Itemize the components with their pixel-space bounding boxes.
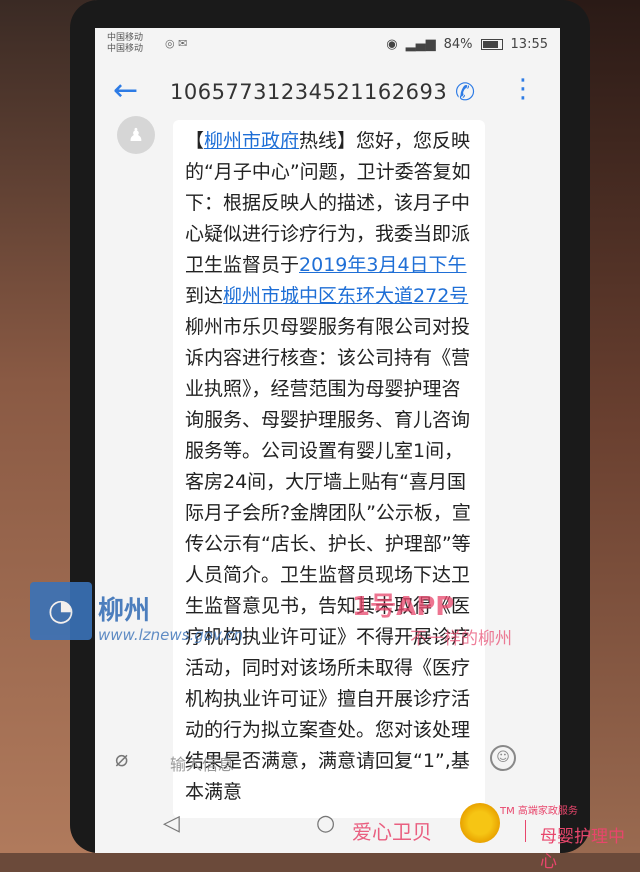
message-input[interactable]: 输入信息 [170, 751, 234, 775]
clock: 13:55 [510, 37, 548, 52]
carrier-1: 中国移动 [107, 33, 144, 43]
watermark-logo-icon: ◔ [30, 582, 92, 640]
status-right: ◉ ▂▄▆ 84% 13:55 [386, 37, 548, 52]
attach-icon[interactable]: ⌀ [115, 747, 128, 772]
message-link-date[interactable]: 2019年3月4日下午 [299, 254, 467, 276]
back-arrow-icon[interactable]: ← [113, 76, 138, 106]
phone-screen: 中国移动 中国移动 ◎ ✉ ◉ ▂▄▆ 84% 13:55 ← 10657731… [95, 28, 560, 853]
emoji-icon[interactable]: ☺ [490, 745, 516, 771]
watermark-brand: 母婴护理中心 [540, 827, 625, 872]
watermark-slogan: 不一样的柳州 [410, 629, 512, 649]
status-bar: 中国移动 中国移动 ◎ ✉ ◉ ▂▄▆ 84% 13:55 [95, 28, 560, 62]
more-vert-icon[interactable]: ⋮ [510, 76, 536, 102]
signal-icon: ▂▄▆ [405, 37, 436, 52]
watermark-divider [525, 820, 526, 842]
message-bubble: 【柳州市政府热线】您好，您反映的“月子中心”问题，卫计委答复如下：根据反映人的描… [173, 120, 485, 818]
app-bar: ← 10657731234521162693 ✆ ⋮ [95, 68, 560, 118]
watermark-brand-small: TM 高端家政服务 [500, 806, 578, 817]
nav-back-icon[interactable]: ◁ [163, 811, 180, 836]
battery-percent: 84% [443, 37, 473, 52]
message-text-3: 到达 [185, 285, 224, 307]
message-text-1: 【 [185, 130, 205, 152]
conversation-title: 10657731234521162693 [170, 80, 448, 104]
watermark-site-url: www.lznews.gov.cn [98, 626, 244, 644]
watermark-sun-icon [460, 803, 500, 843]
watermark-bottom-left: 爱心卫贝 [352, 820, 432, 844]
compose-bar: ⌀ 输入信息 ☺ [95, 733, 560, 793]
battery-icon [480, 39, 503, 50]
notification-icons: ◎ ✉ [165, 37, 188, 50]
nav-home-icon[interactable]: ○ [316, 811, 335, 836]
eye-icon: ◉ [386, 37, 398, 52]
watermark-app: 1号APP [352, 592, 455, 622]
message-text-4: 柳州市乐贝母婴服务有限公司对投诉内容进行核查：该公司持有《营业执照》，经营范围为… [185, 316, 471, 803]
watermark-site-name: 柳州 [98, 596, 151, 626]
avatar-icon[interactable]: ♟ [117, 116, 155, 154]
message-link-gov[interactable]: 柳州市政府 [204, 130, 299, 152]
carrier-2: 中国移动 [107, 44, 144, 54]
carrier-label: 中国移动 中国移动 [107, 33, 143, 55]
phone-icon[interactable]: ✆ [455, 78, 475, 106]
message-link-address[interactable]: 柳州市城中区东环大道272号 [223, 285, 468, 307]
